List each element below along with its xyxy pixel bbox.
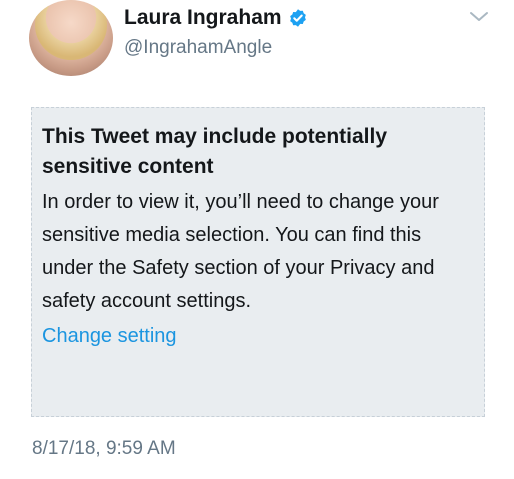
notice-body: In order to view it, you’ll need to chan… bbox=[42, 191, 439, 312]
tweet-timestamp[interactable]: 8/17/18, 9:59 AM bbox=[32, 438, 176, 460]
change-setting-link[interactable]: Change setting bbox=[42, 320, 177, 352]
avatar[interactable] bbox=[29, 0, 113, 76]
chevron-down-icon[interactable] bbox=[468, 8, 490, 26]
author-name-row[interactable]: Laura Ingraham bbox=[124, 6, 308, 30]
tweet-card: Laura Ingraham @IngrahamAngle This Tweet… bbox=[0, 0, 514, 479]
author-name[interactable]: Laura Ingraham bbox=[124, 6, 282, 30]
notice-title: This Tweet may include potentially sensi… bbox=[42, 125, 388, 178]
avatar-photo bbox=[35, 0, 107, 60]
verified-badge-icon bbox=[289, 9, 306, 27]
sensitive-content-notice: This Tweet may include potentially sensi… bbox=[31, 107, 485, 417]
author-handle[interactable]: @IngrahamAngle bbox=[124, 37, 272, 59]
